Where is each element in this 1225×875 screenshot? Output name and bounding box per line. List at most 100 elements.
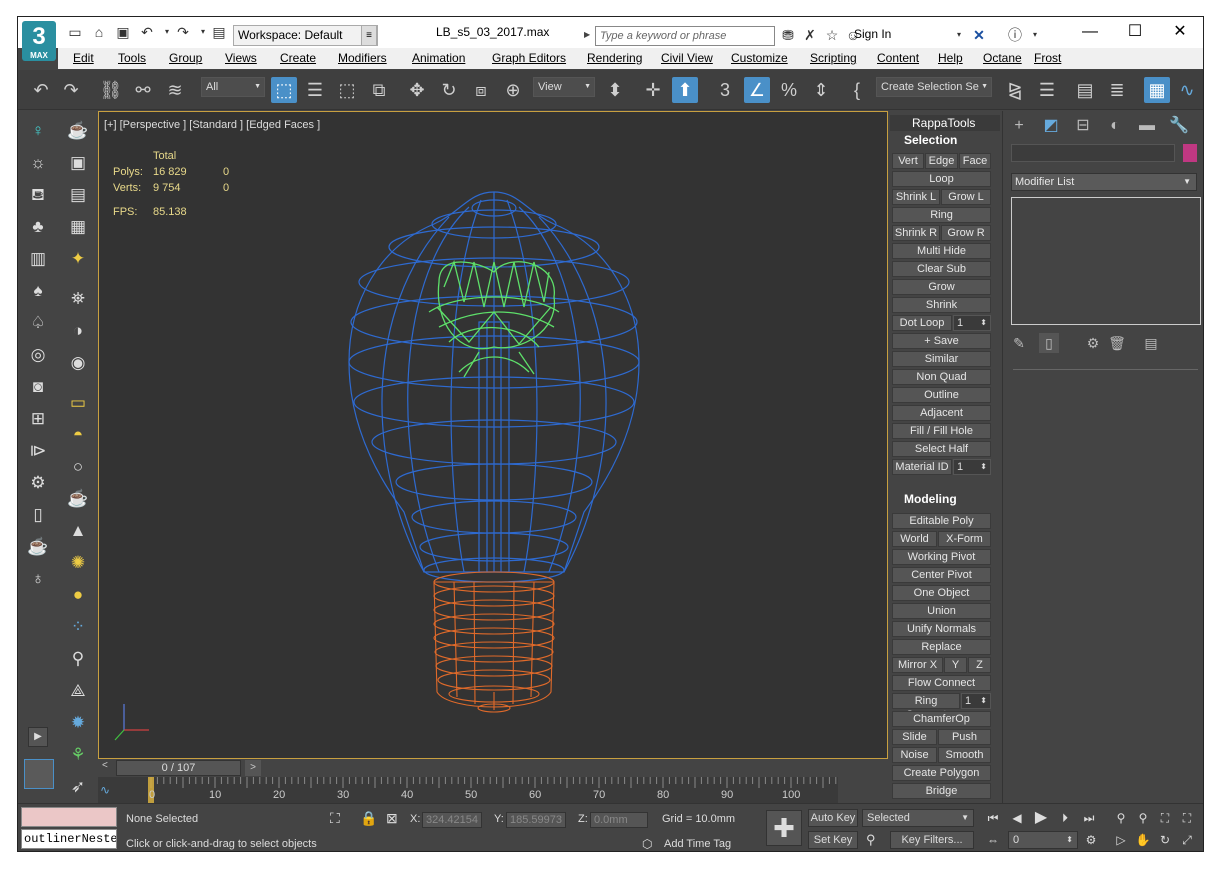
flow-connect-button[interactable]: Flow Connect: [892, 675, 991, 691]
add-time-tag[interactable]: Add Time Tag: [664, 838, 731, 850]
shrink-l-button[interactable]: Shrink L: [892, 189, 940, 205]
render-icon[interactable]: ◉: [66, 351, 90, 375]
play-icon[interactable]: ▶: [1032, 809, 1050, 827]
orbit-icon[interactable]: ↻: [1156, 831, 1174, 849]
particles-icon[interactable]: ⁘: [66, 615, 90, 639]
replace-button[interactable]: Replace: [892, 639, 991, 655]
camera-gear-icon[interactable]: ⚙: [26, 471, 50, 495]
y-coordinate-field[interactable]: 185.59973: [506, 812, 566, 828]
percent-snap-icon[interactable]: %: [776, 77, 802, 103]
pan-view-icon[interactable]: ✋: [1134, 831, 1152, 849]
display-tab-icon[interactable]: ▬: [1135, 115, 1159, 137]
shrink-r-button[interactable]: Shrink R: [892, 225, 940, 241]
hierarchy-tab-icon[interactable]: ⊟: [1071, 115, 1095, 137]
key-filters-button[interactable]: Key Filters...: [890, 831, 974, 849]
plane-icon[interactable]: ▭: [66, 391, 90, 415]
face-button[interactable]: Face: [959, 153, 991, 169]
set-key-big-icon[interactable]: ✚: [766, 810, 802, 846]
ribbon-toggle-icon[interactable]: ▦: [1144, 77, 1170, 103]
select-manipulate-icon[interactable]: ✛: [640, 77, 666, 103]
set-key-button[interactable]: Set Key: [808, 831, 858, 849]
workspace-dropdown[interactable]: Workspace: Default▾: [233, 25, 378, 46]
grass-icon[interactable]: ♠: [26, 279, 50, 303]
pivot-center-icon[interactable]: ⬍: [602, 77, 628, 103]
sun-light-icon[interactable]: ✺: [66, 551, 90, 575]
binoculars-icon[interactable]: ⛃: [779, 26, 797, 44]
pin-stack-icon[interactable]: ✎: [1009, 333, 1029, 353]
close-button[interactable]: ✕: [1165, 21, 1195, 43]
play-frame-icon[interactable]: ⧐: [26, 439, 50, 463]
ring-connect-button[interactable]: Ring Connect: [892, 693, 960, 721]
field-of-view-icon[interactable]: ▷: [1112, 831, 1130, 849]
shrink-button[interactable]: Shrink: [892, 297, 991, 313]
select-object-icon[interactable]: ⬚: [271, 77, 297, 103]
time-tag-icon[interactable]: ⬡: [642, 837, 652, 851]
menu-content[interactable]: Content: [877, 51, 919, 65]
edge-button[interactable]: Edge: [925, 153, 958, 169]
material-id-button[interactable]: Material ID: [892, 459, 952, 475]
bind-space-warp-icon[interactable]: ≋: [162, 77, 188, 103]
menu-help[interactable]: Help: [938, 51, 963, 65]
placement-icon[interactable]: ⊕: [500, 77, 526, 103]
menu-octane[interactable]: Octane: [983, 51, 1022, 65]
go-to-start-icon[interactable]: ⏮: [984, 809, 1002, 827]
keyboard-shortcut-override-icon[interactable]: ⬆: [672, 77, 698, 103]
workspace-menu-button[interactable]: ≡: [361, 25, 377, 46]
noise-button[interactable]: Noise: [892, 747, 937, 763]
sign-in-button[interactable]: Sign In: [854, 27, 891, 41]
video-camera-icon[interactable]: ⛯: [66, 287, 90, 311]
create-polygon-button[interactable]: Create Polygon: [892, 765, 991, 781]
dot-loop-button[interactable]: Dot Loop: [892, 315, 952, 331]
next-frame-icon[interactable]: ⏵: [1056, 809, 1074, 827]
key-filter-icon[interactable]: ⚲: [866, 832, 876, 848]
time-configuration-icon[interactable]: ⚙: [1082, 831, 1100, 849]
bone-icon[interactable]: ⚲: [66, 647, 90, 671]
one-object-button[interactable]: One Object: [892, 585, 991, 601]
bulb-outline-icon[interactable]: ♁: [26, 567, 50, 591]
menu-customize[interactable]: Customize: [731, 51, 788, 65]
search-input[interactable]: Type a keyword or phrase: [595, 26, 775, 46]
open-file-icon[interactable]: ⌂: [90, 23, 108, 41]
track-bar[interactable]: 0 10 20 30 40 50 60 70 80 90 100: [98, 777, 838, 803]
center-pivot-button[interactable]: Center Pivot: [892, 567, 991, 583]
curve-editor-icon[interactable]: ∿: [1174, 77, 1200, 103]
object-color-swatch[interactable]: [1183, 144, 1197, 162]
tree-icon[interactable]: ♤: [26, 311, 50, 335]
bridge-button[interactable]: Bridge: [892, 783, 991, 799]
ring-connect-spinner[interactable]: 1 ⬍: [961, 693, 991, 709]
table-icon[interactable]: ▦: [66, 215, 90, 239]
align-icon[interactable]: ☰: [1034, 77, 1060, 103]
teapot-wire-icon[interactable]: ☕: [66, 487, 90, 511]
grow-l-button[interactable]: Grow L: [941, 189, 991, 205]
subscription-icon[interactable]: ✗: [801, 26, 819, 44]
unify-normals-button[interactable]: Unify Normals: [892, 621, 991, 637]
unlink-icon[interactable]: ⚯: [130, 77, 156, 103]
non-quad-button[interactable]: Non Quad: [892, 369, 991, 385]
sphere-icon[interactable]: ●: [66, 583, 90, 607]
chamferop-button[interactable]: ChamferOp: [892, 711, 991, 727]
menu-modifiers[interactable]: Modifiers: [338, 51, 387, 65]
go-to-end-icon[interactable]: ⏭: [1080, 809, 1098, 827]
outline-button[interactable]: Outline: [892, 387, 991, 403]
fill-hole-button[interactable]: Fill / Fill Hole: [892, 423, 991, 439]
select-half-button[interactable]: Select Half: [892, 441, 991, 457]
time-slider-prev-icon[interactable]: <: [102, 760, 108, 771]
expand-panel-icon[interactable]: ▶: [28, 727, 48, 747]
light-bulb-icon[interactable]: ♀: [26, 119, 50, 143]
geosphere-icon[interactable]: ✹: [66, 711, 90, 735]
zoom-all-icon[interactable]: ⚲: [1134, 809, 1152, 827]
maxscript-input[interactable]: outlinerNeste: [21, 829, 117, 849]
menu-tools[interactable]: Tools: [118, 51, 146, 65]
modifier-stack[interactable]: [1011, 197, 1201, 325]
menu-frost[interactable]: Frost: [1034, 51, 1061, 65]
window-icon[interactable]: ▯: [26, 503, 50, 527]
world-button[interactable]: World: [892, 531, 937, 547]
sun-icon[interactable]: ☼: [26, 151, 50, 175]
loop-button[interactable]: Loop: [892, 171, 991, 187]
working-pivot-button[interactable]: Working Pivot: [892, 549, 991, 565]
edit-named-selection-icon[interactable]: {: [844, 77, 870, 103]
smooth-button[interactable]: Smooth: [938, 747, 991, 763]
absolute-mode-icon[interactable]: ⊠: [386, 810, 398, 827]
mirror-icon[interactable]: ⧎: [1002, 77, 1028, 103]
maximize-button[interactable]: ☐: [1120, 21, 1150, 43]
